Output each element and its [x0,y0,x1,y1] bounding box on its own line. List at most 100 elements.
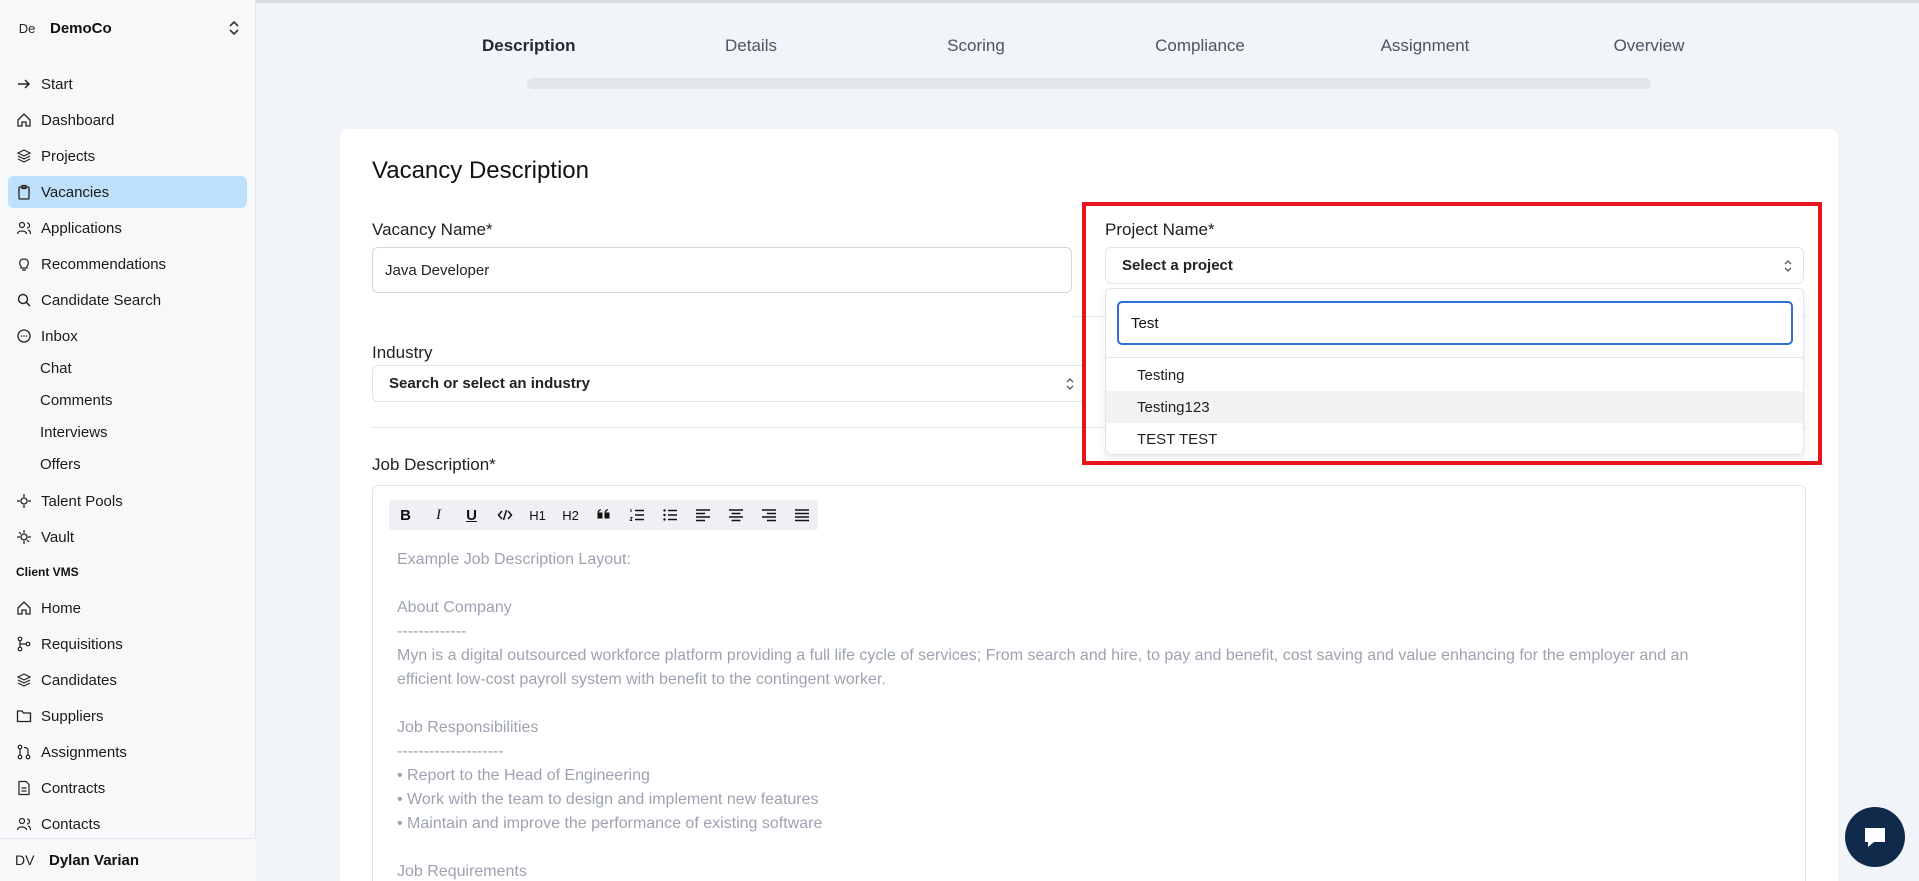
sidebar-item-inbox[interactable]: Inbox [8,320,247,352]
home-icon [17,601,31,615]
step-assignment[interactable]: Assignment [1370,36,1480,56]
align-left-button[interactable] [686,500,719,530]
sidebar-item-label: Contracts [41,779,106,797]
justify-button[interactable] [785,500,818,530]
sidebar-item-talent-pools[interactable]: Talent Pools [8,485,247,517]
sidebar-item-vacancies[interactable]: Vacancies [8,176,247,208]
sidebar-item-chat[interactable]: Chat [8,352,247,384]
sidebar-item-requisitions[interactable]: Requisitions [8,628,247,660]
sidebar-item-contacts[interactable]: Contacts [8,808,247,840]
section-client-vms: Client VMS [16,565,79,579]
vacancy-name-value: Java Developer [385,261,490,279]
sidebar-item-label: Projects [41,147,96,165]
sidebar-item-assignments[interactable]: Assignments [8,736,247,768]
chevron-up-down-icon [229,20,239,36]
code-icon [497,509,512,521]
folder-icon [16,710,32,723]
align-center-button[interactable] [719,500,752,530]
sidebar-item-label: Vault [41,528,75,546]
sidebar-item-applications[interactable]: Applications [8,212,247,244]
job-description-editor[interactable]: B I U H1 H2 Example Job Description Layo… [372,485,1806,881]
top-border [0,0,1919,3]
placeholder-line: efficient low-cost payroll system with b… [397,671,886,688]
arrow-right-icon [18,79,31,89]
sidebar-item-home[interactable]: Home [8,592,247,624]
quote-icon [597,509,609,519]
clipboard-icon [18,184,30,200]
placeholder-line: • Maintain and improve the performance o… [397,815,823,832]
step-details[interactable]: Details [706,36,796,56]
branch-icon [17,636,31,652]
sidebar-item-interviews[interactable]: Interviews [8,416,247,448]
sidebar-item-candidates[interactable]: Candidates [8,664,247,696]
bold-button[interactable]: B [389,500,422,530]
placeholder-line: Example Job Description Layout: [397,551,631,568]
search-icon [17,293,31,307]
chat-button[interactable] [1845,807,1905,867]
sidebar-item-label: Suppliers [41,707,104,725]
step-progress-bar [527,78,1651,89]
org-name: DemoCo [50,19,112,37]
code-button[interactable] [488,500,521,530]
step-overview[interactable]: Overview [1600,36,1698,56]
step-scoring[interactable]: Scoring [931,36,1021,56]
vacancy-name-label: Vacancy Name* [372,220,493,239]
vacancy-name-input[interactable]: Java Developer [372,247,1072,293]
align-left-icon [695,509,710,522]
italic-button[interactable]: I [422,500,455,530]
layers-icon [16,673,32,687]
chevron-up-down-icon [1066,378,1074,390]
sidebar-item-label: Vacancies [41,183,110,201]
align-right-button[interactable] [752,500,785,530]
sidebar-item-vault[interactable]: Vault [8,521,247,553]
user-menu[interactable]: DV Dylan Varian [0,838,256,881]
h2-button[interactable]: H2 [554,500,587,530]
placeholder-line: -------------------- [397,743,504,760]
users-icon [16,817,32,831]
quote-button[interactable] [587,500,620,530]
sidebar-item-contracts[interactable]: Contracts [8,772,247,804]
users-icon [16,221,32,235]
step-compliance[interactable]: Compliance [1140,36,1260,56]
sidebar-item-label: Applications [41,219,122,237]
underline-button[interactable]: U [455,500,488,530]
h1-button[interactable]: H1 [521,500,554,530]
sidebar-item-label: Comments [40,391,113,409]
sidebar-item-start[interactable]: Start [8,68,247,100]
placeholder-line: Job Responsibilities [397,719,539,736]
document-icon [18,780,30,796]
sidebar-item-candidate-search[interactable]: Candidate Search [8,284,247,316]
sidebar-item-label: Contacts [41,815,101,833]
sidebar-item-label: Offers [40,455,81,473]
sidebar-item-suppliers[interactable]: Suppliers [8,700,247,732]
bullet-list-icon [662,509,677,521]
user-name: Dylan Varian [49,851,140,869]
sidebar-item-label: Start [41,75,73,93]
user-avatar: DV [15,852,35,868]
ordered-list-icon [628,509,644,521]
sidebar-item-label: Recommendations [41,255,167,273]
sidebar-item-dashboard[interactable]: Dashboard [8,104,247,136]
ordered-list-button[interactable] [620,500,653,530]
sidebar-item-recommendations[interactable]: Recommendations [8,248,247,280]
placeholder-line: Job Requirements [397,863,527,880]
sidebar-item-offers[interactable]: Offers [8,448,247,480]
highlight-box [1082,202,1822,465]
industry-select[interactable]: Search or select an industry [372,365,1086,402]
placeholder-line: ------------- [397,623,467,640]
editor-toolbar: B I U H1 H2 [389,500,818,530]
justify-icon [794,509,809,522]
sidebar-item-label: Requisitions [41,635,123,653]
chat-bubble-icon [1865,828,1885,847]
sidebar-item-label: Home [41,599,82,617]
org-switcher[interactable]: De DemoCo [8,10,248,46]
step-description[interactable]: Description [482,36,576,56]
sidebar: De DemoCo Start Dashboard Projects Vacan… [0,0,256,881]
bullet-list-button[interactable] [653,500,686,530]
sidebar-item-comments[interactable]: Comments [8,384,247,416]
sidebar-item-label: Candidates [41,671,117,689]
sidebar-item-projects[interactable]: Projects [8,140,247,172]
git-pull-icon [17,744,31,760]
sidebar-item-label: Talent Pools [41,492,123,510]
placeholder-line: About Company [397,599,512,616]
